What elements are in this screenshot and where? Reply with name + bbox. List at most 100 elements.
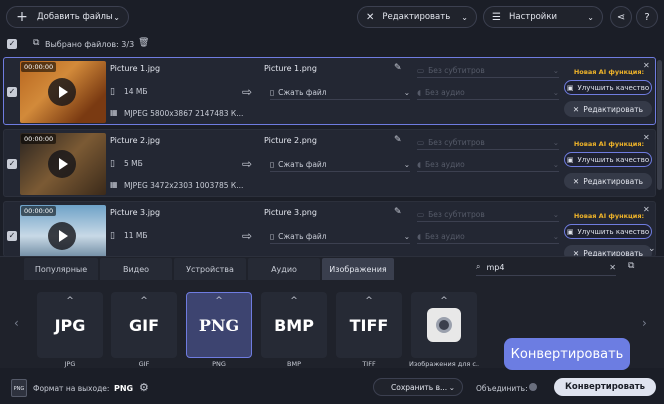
files-icon: ⧉ bbox=[33, 38, 40, 48]
chevron-down-icon: ⌄ bbox=[552, 160, 559, 169]
wrench-icon: ✕ bbox=[366, 11, 375, 23]
gear-icon[interactable]: ⚙ bbox=[139, 381, 149, 394]
improve-quality-button[interactable]: ▣ Улучшить качество bbox=[564, 80, 652, 95]
improve-quality-button[interactable]: ▣ Улучшить качество bbox=[564, 224, 652, 239]
row-checkbox[interactable]: ✓ bbox=[7, 159, 17, 169]
file-row[interactable]: ✓ 00:00:00 Picture 2.jpg ▯ 5 МБ ▦ MJPEG … bbox=[3, 129, 656, 197]
audio-dropdown[interactable]: ◖ Без аудио ⌄ bbox=[417, 230, 559, 244]
thumbnail[interactable]: 00:00:00 bbox=[20, 133, 106, 195]
subtitles-dropdown[interactable]: ▭ Без субтитров ⌄ bbox=[417, 208, 559, 222]
settings-label: Настройки bbox=[508, 12, 557, 22]
enhance-icon: ▣ bbox=[566, 83, 574, 92]
file-row[interactable]: ✓ 00:00:00 Picture 3.jpg ▯ 11 МБ ⇨ Pictu… bbox=[3, 201, 656, 257]
output-name: Picture 1.png bbox=[264, 64, 317, 73]
expand-icon: ^ bbox=[215, 296, 223, 306]
audio-icon: ◖ bbox=[417, 232, 421, 241]
compress-dropdown[interactable]: ▯ Сжать файл ⌄ bbox=[270, 230, 410, 244]
improve-quality-button[interactable]: ▣ Улучшить качество bbox=[564, 152, 652, 167]
chevron-down-icon: ⌄ bbox=[552, 66, 559, 75]
audio-dropdown[interactable]: ◖ Без аудио ⌄ bbox=[417, 158, 559, 172]
format-logo: PNG bbox=[198, 315, 240, 335]
edit-button[interactable]: ✕ Редактировать ⌄ bbox=[357, 6, 477, 28]
row-edit-button[interactable]: ✕ Редактировать bbox=[564, 173, 652, 189]
arrow-icon: ⇨ bbox=[242, 229, 253, 243]
expand-icon: ^ bbox=[140, 296, 148, 306]
format-caption: PNG bbox=[212, 360, 226, 368]
convert-label: Конвертировать bbox=[564, 382, 646, 392]
thumbnail[interactable]: 00:00:00 bbox=[20, 205, 106, 256]
merge-label: Объединить: bbox=[476, 384, 528, 393]
subtitles-dropdown[interactable]: ▭ Без субтитров ⌄ bbox=[417, 64, 559, 78]
chevron-down-icon: ⌄ bbox=[403, 88, 410, 97]
compress-dropdown[interactable]: ▯ Сжать файл ⌄ bbox=[270, 158, 410, 172]
file-size: 11 МБ bbox=[124, 231, 148, 240]
ai-notice: Новая AI функция: bbox=[573, 68, 645, 76]
pencil-icon[interactable]: ✎ bbox=[394, 63, 402, 73]
format-logo: JPG bbox=[54, 315, 86, 335]
chevron-left-icon[interactable]: ‹ bbox=[14, 316, 19, 330]
thumbnail[interactable]: 00:00:00 bbox=[20, 61, 106, 123]
output-name: Picture 2.png bbox=[264, 136, 317, 145]
convert-button[interactable]: Конвертировать bbox=[554, 378, 656, 396]
collapse-icon[interactable]: ⌄ bbox=[648, 244, 656, 254]
play-icon[interactable] bbox=[48, 222, 76, 250]
format-badge-icon: PNG bbox=[11, 379, 27, 397]
format-list-icon[interactable]: ⧉ bbox=[628, 261, 634, 271]
subtitles-label: Без субтитров bbox=[428, 210, 485, 219]
subtitles-label: Без субтитров bbox=[428, 66, 485, 75]
audio-dropdown[interactable]: ◖ Без аудио ⌄ bbox=[417, 86, 559, 100]
tab-audio[interactable]: Аудио bbox=[248, 258, 320, 280]
row-edit-button[interactable]: ✕ Редактировать bbox=[564, 101, 652, 117]
pencil-icon[interactable]: ✎ bbox=[394, 135, 402, 145]
tab-label: Устройства bbox=[186, 264, 234, 274]
play-icon[interactable] bbox=[48, 150, 76, 178]
help-icon: ? bbox=[644, 11, 650, 23]
file-icon: ▯ bbox=[110, 159, 115, 169]
search-input[interactable]: mp4 bbox=[486, 263, 504, 272]
tab-label: Популярные bbox=[34, 264, 88, 274]
play-icon[interactable] bbox=[48, 78, 76, 106]
wrench-icon: ✕ bbox=[572, 104, 580, 114]
format-caption: TIFF bbox=[362, 360, 376, 368]
arrow-icon: ⇨ bbox=[242, 157, 253, 171]
clear-icon[interactable]: ✕ bbox=[609, 263, 616, 272]
save-to-dropdown[interactable]: Сохранить в... ⌄ bbox=[373, 378, 463, 396]
trash-icon[interactable]: 🗑 bbox=[138, 38, 149, 48]
sliders-icon: ☰ bbox=[492, 11, 501, 23]
search-box[interactable]: ⌕ mp4 ✕ bbox=[476, 259, 616, 276]
row-checkbox[interactable]: ✓ bbox=[7, 231, 17, 241]
file-row[interactable]: ✓ 00:00:00 Picture 1.jpg ▯ 14 МБ ▦ MJPEG… bbox=[3, 57, 656, 125]
share-icon: ⋖ bbox=[616, 11, 626, 23]
expand-icon: ^ bbox=[290, 296, 298, 306]
edit-label: Редактировать bbox=[382, 12, 451, 22]
subtitle-icon: ▭ bbox=[417, 66, 425, 75]
pencil-icon[interactable]: ✎ bbox=[394, 207, 402, 217]
row-edit-label: Редактировать bbox=[583, 176, 644, 186]
add-files-button[interactable]: + Добавить файлы ⌄ bbox=[6, 6, 129, 28]
tab-video[interactable]: Видео bbox=[100, 258, 172, 280]
chevron-down-icon: ⌄ bbox=[552, 210, 559, 219]
tooltip-label: Конвертировать bbox=[510, 346, 624, 362]
audio-icon: ◖ bbox=[417, 160, 421, 169]
list-scrollbar[interactable] bbox=[657, 60, 662, 190]
chevron-right-icon[interactable]: › bbox=[642, 316, 647, 330]
row-checkbox[interactable]: ✓ bbox=[7, 87, 17, 97]
settings-button[interactable]: ☰ Настройки ⌄ bbox=[483, 6, 603, 28]
select-all-checkbox[interactable]: ✓ bbox=[7, 39, 17, 49]
merge-toggle[interactable] bbox=[529, 383, 537, 391]
codec-icon: ▦ bbox=[110, 108, 118, 117]
audio-label: Без аудио bbox=[424, 160, 465, 169]
subtitles-dropdown[interactable]: ▭ Без субтитров ⌄ bbox=[417, 136, 559, 150]
improve-label: Улучшить качество bbox=[577, 227, 650, 236]
format-caption: Изображения для с... bbox=[409, 360, 479, 368]
tab-images[interactable]: Изображения bbox=[322, 258, 394, 280]
chevron-down-icon: ⌄ bbox=[448, 382, 455, 392]
tab-devices[interactable]: Устройства bbox=[174, 258, 246, 280]
share-button[interactable]: ⋖ bbox=[610, 6, 632, 28]
help-button[interactable]: ? bbox=[636, 6, 658, 28]
save-to-label: Сохранить в... bbox=[391, 382, 448, 392]
compress-dropdown[interactable]: ▯ Сжать файл ⌄ bbox=[270, 86, 410, 100]
enhance-icon: ▣ bbox=[566, 227, 574, 236]
tab-popular[interactable]: Популярные bbox=[24, 258, 98, 280]
plus-icon: + bbox=[16, 9, 28, 25]
